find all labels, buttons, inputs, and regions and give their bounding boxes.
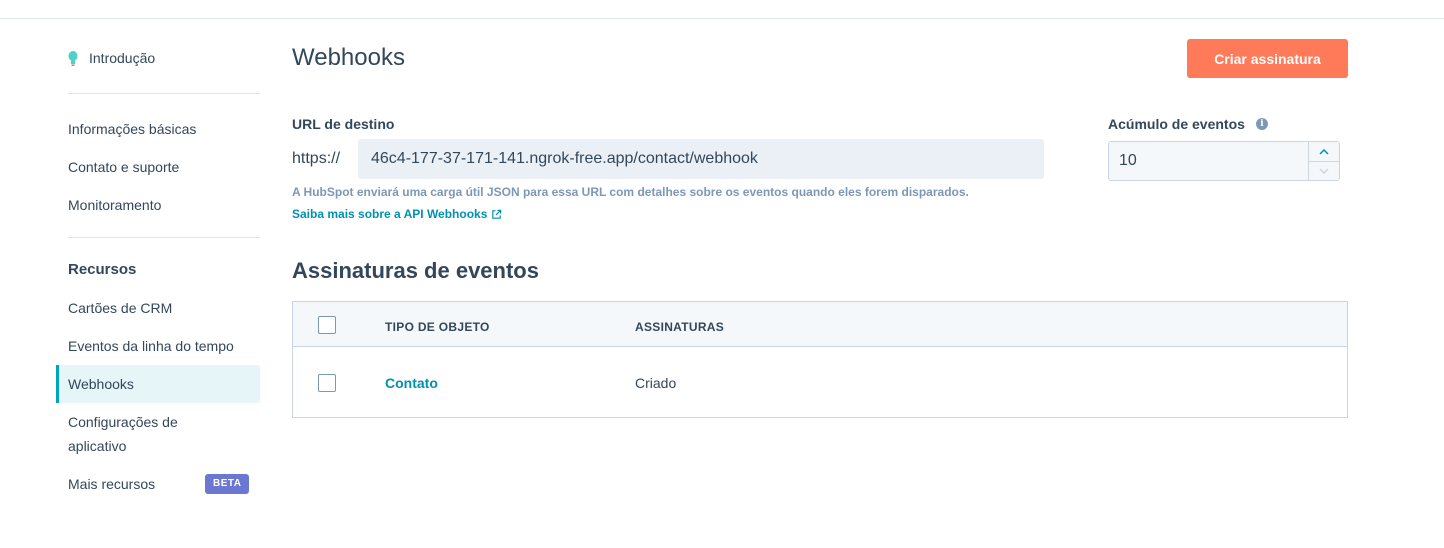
beta-badge: BETA [205, 474, 250, 494]
url-prefix: https:// [292, 150, 341, 167]
sidebar-item-eventos-linha-tempo[interactable]: Eventos da linha do tempo [56, 334, 260, 358]
external-link-icon [492, 209, 502, 219]
event-batching-input[interactable] [1109, 142, 1309, 180]
info-icon[interactable]: i [1256, 118, 1268, 130]
create-subscription-button[interactable]: Criar assinatura [1187, 39, 1348, 78]
learn-more-link-label: Saiba mais sobre a API Webhooks [292, 207, 488, 221]
increment-button[interactable] [1309, 142, 1339, 162]
sidebar-item-label: Mais recursos [68, 476, 156, 492]
sidebar-item-label: Contato e suporte [68, 159, 180, 175]
sidebar-item-cartoes-crm[interactable]: Cartões de CRM [56, 296, 260, 320]
sidebar-item-contato-suporte[interactable]: Contato e suporte [56, 155, 260, 179]
sidebar-item-label: Eventos da linha do tempo [68, 338, 234, 354]
sidebar-item-label: Cartões de CRM [68, 300, 173, 316]
target-url-label: URL de destino [292, 116, 395, 132]
select-all-checkbox[interactable] [318, 316, 336, 334]
target-url-input[interactable] [358, 139, 1044, 179]
sidebar-item-label: Informações básicas [68, 121, 197, 137]
learn-more-link[interactable]: Saiba mais sobre a API Webhooks [292, 207, 502, 221]
sidebar-item-label: Monitoramento [68, 197, 162, 213]
event-batching-label: Acúmulo de eventos [1108, 116, 1245, 132]
table-header: TIPO DE OBJETO ASSINATURAS [293, 302, 1347, 347]
sidebar-divider [68, 237, 260, 238]
sidebar-divider [68, 93, 260, 94]
stepper-arrows [1308, 142, 1339, 180]
lightbulb-icon [68, 50, 78, 66]
column-header-object-type: TIPO DE OBJETO [385, 320, 490, 334]
sidebar-item-introducao[interactable]: Introdução [68, 50, 155, 66]
page-title: Webhooks [292, 44, 405, 71]
subscriptions-table: TIPO DE OBJETO ASSINATURAS Contato Criad… [292, 301, 1348, 418]
sidebar-item-monitoramento[interactable]: Monitoramento [56, 193, 260, 217]
decrement-button[interactable] [1309, 161, 1339, 180]
chevron-down-icon [1319, 167, 1329, 174]
section-title: Assinaturas de eventos [292, 258, 539, 283]
event-batching-stepper [1108, 141, 1340, 181]
sidebar-item-label: Introdução [89, 50, 156, 66]
target-url-help-text: A HubSpot enviará uma carga útil JSON pa… [292, 185, 969, 199]
sidebar-section-heading: Recursos [68, 261, 137, 278]
table-row: Contato Criado [293, 347, 1347, 417]
sidebar-item-label: Configurações de aplicativo [68, 414, 178, 454]
sidebar-item-informacoes-basicas[interactable]: Informações básicas [56, 117, 260, 141]
chevron-up-icon [1319, 148, 1329, 155]
sidebar-item-label: Webhooks [68, 376, 134, 392]
subscriptions-cell: Criado [635, 375, 677, 391]
sidebar-item-configuracoes-aplicativo[interactable]: Configurações de aplicativo [56, 410, 206, 458]
sidebar-item-webhooks[interactable]: Webhooks [56, 365, 260, 403]
row-checkbox[interactable] [318, 374, 336, 392]
sidebar-item-mais-recursos[interactable]: Mais recursos BETA [56, 472, 260, 496]
column-header-subscriptions: ASSINATURAS [635, 320, 725, 334]
object-type-link[interactable]: Contato [385, 375, 438, 391]
top-divider [0, 18, 1444, 19]
